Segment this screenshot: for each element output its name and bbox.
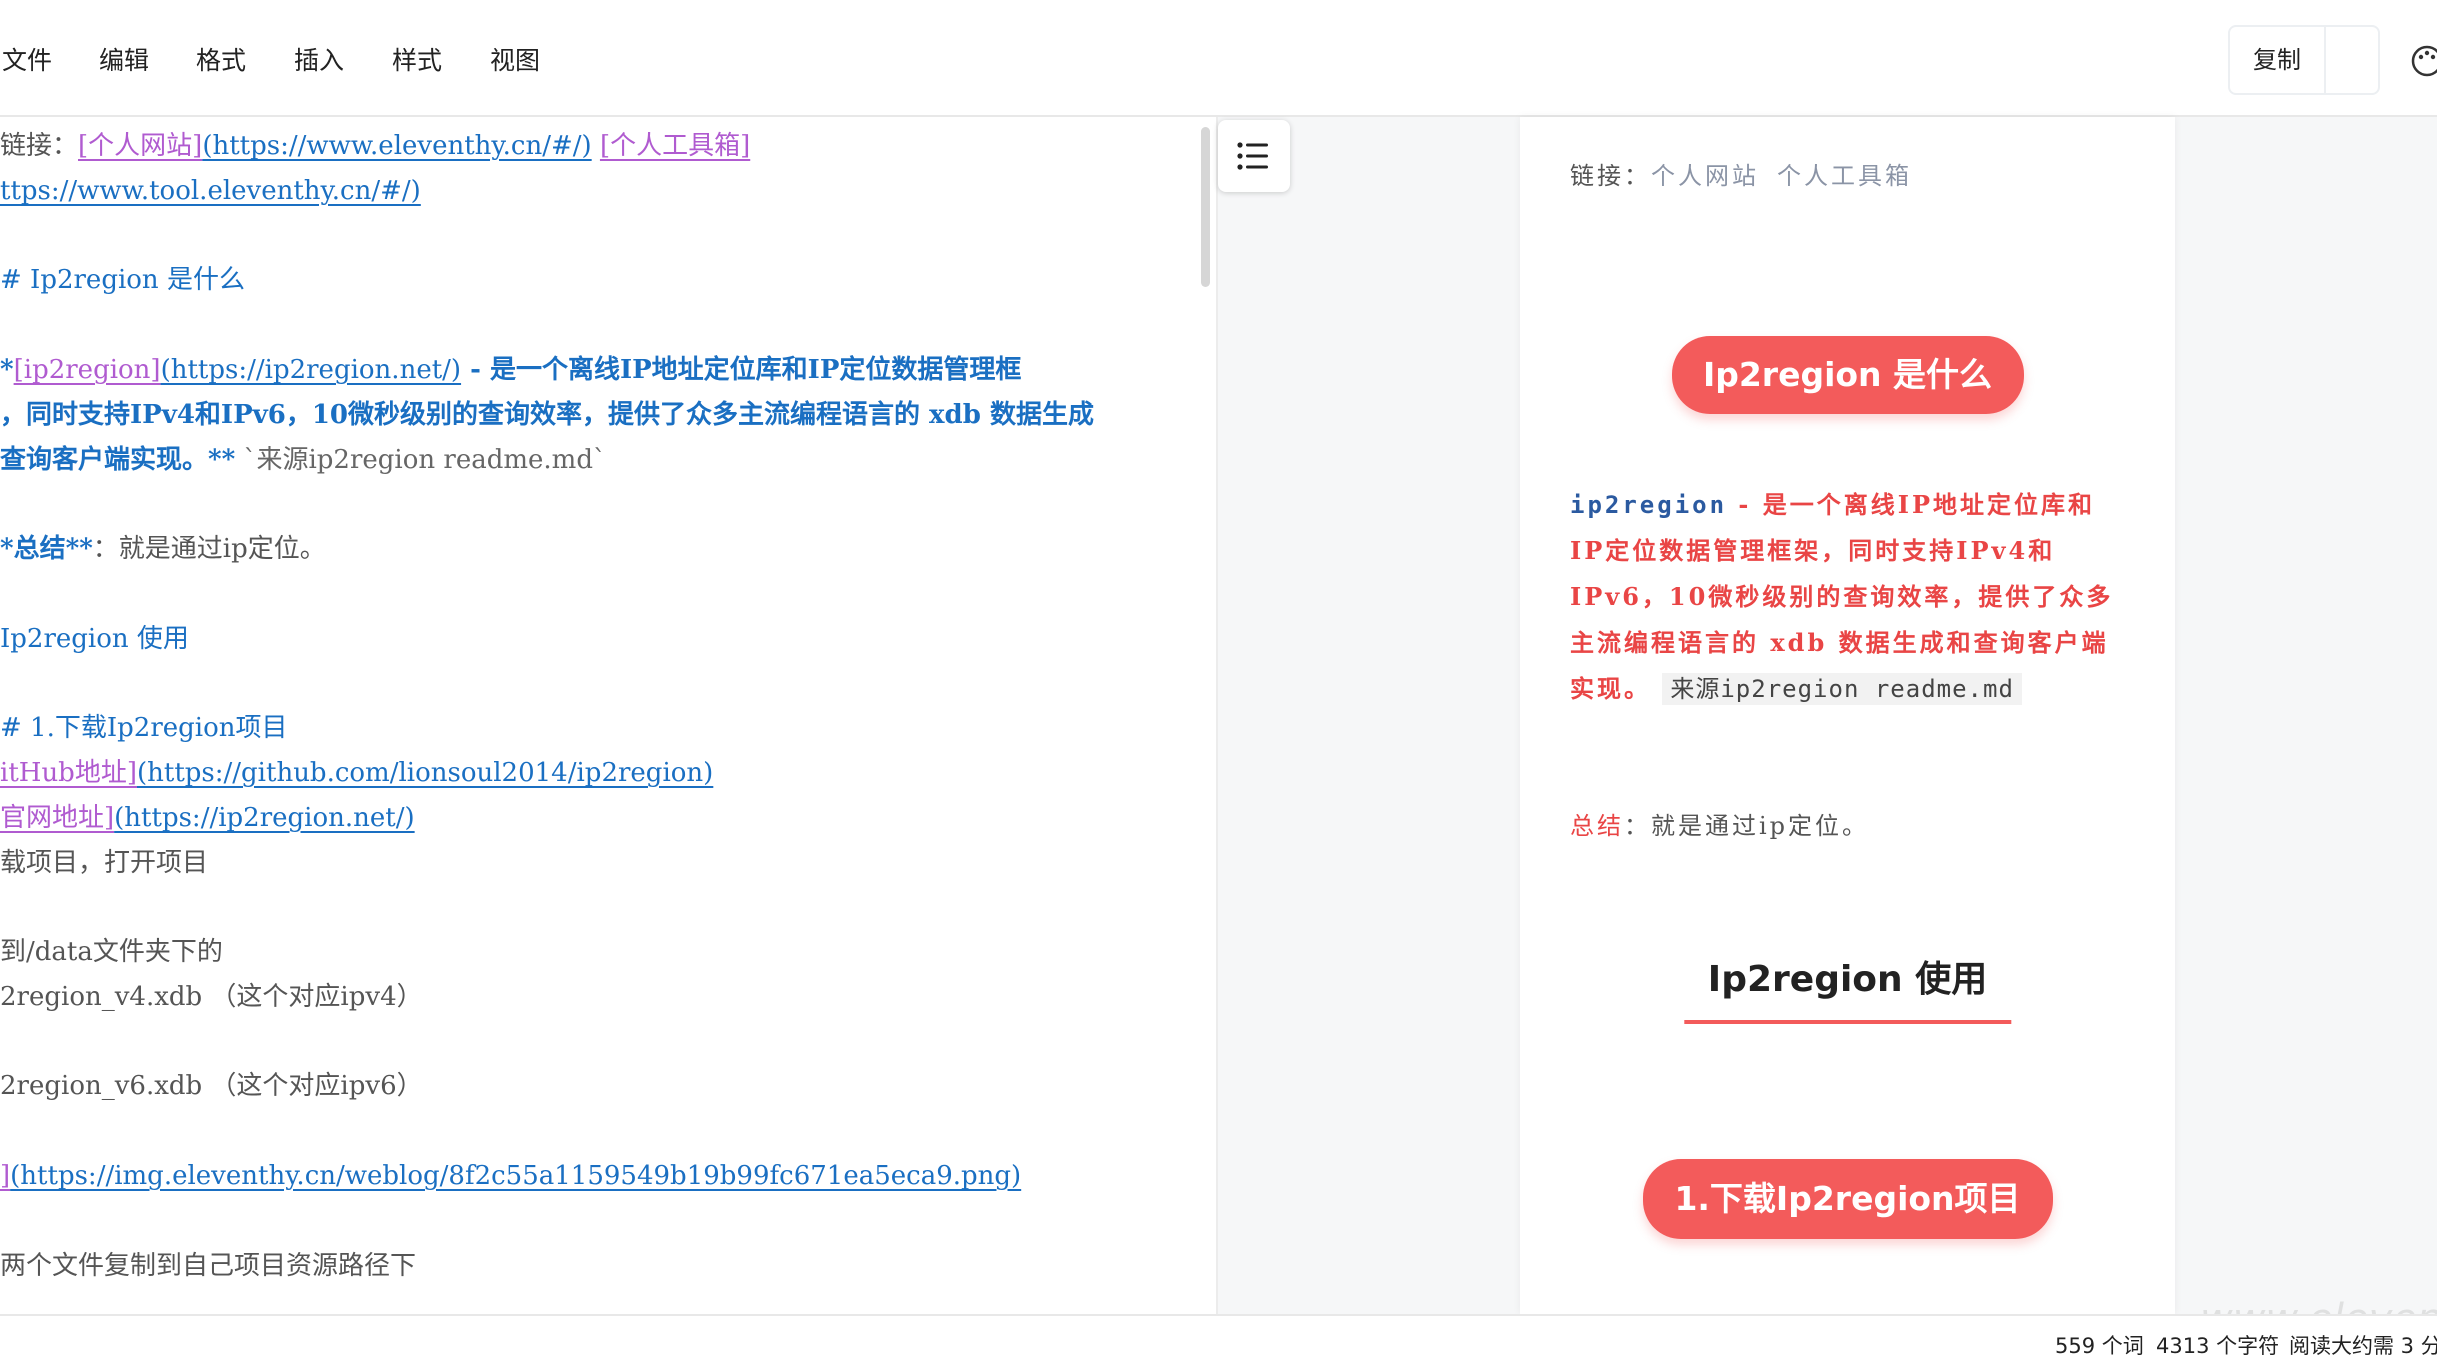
editor-line[interactable]: # 1.下载Ip2region项目 <box>0 708 288 748</box>
preview-link-toolbox[interactable]: 个人工具箱 <box>1777 162 1912 190</box>
editor-token: (https://ip2region.net/) <box>160 355 462 385</box>
palette-icon[interactable] <box>2410 44 2437 78</box>
editor-token: 到/data文件夹下的 <box>0 937 223 967</box>
editor-line[interactable]: 官网地址](https://ip2region.net/) <box>0 798 415 838</box>
preview-h3-heading: 1.下载Ip2region项目 <box>1642 1159 2053 1239</box>
preview-intro-text: - 是一个离线IP地址定位库和IP定位数据管理框架，同时支持IPv4和IPv6，… <box>1570 490 2114 703</box>
editor-token: (https://github.com/lionsoul2014/ip2regi… <box>136 758 714 788</box>
editor-token: (https://img.eleventhy.cn/weblog/8f2c55a… <box>10 1161 1022 1191</box>
menu-file[interactable]: 文件 <box>2 44 52 78</box>
list-icon <box>1237 142 1268 170</box>
preview-links-prefix: 链接： <box>1570 162 1651 190</box>
editor-token: - 是一个离线IP地址定位库和IP定位数据管理框 <box>461 355 1022 385</box>
preview-h1-heading: Ip2region 是什么 <box>1671 336 2024 414</box>
markdown-editor[interactable]: 链接：[个人网站](https://www.eleventhy.cn/#/) [… <box>0 117 1216 1314</box>
menu-view[interactable]: 视图 <box>490 44 540 78</box>
editor-line[interactable]: 2region_v6.xdb （这个对应ipv6） <box>0 1066 423 1106</box>
editor-token: ：就是通过ip定位。 <box>92 534 326 564</box>
editor-scrollbar[interactable] <box>1201 127 1210 287</box>
menu-insert[interactable]: 插入 <box>294 44 344 78</box>
menubar: 文件 编辑 格式 插入 样式 视图 复制 <box>0 0 2437 117</box>
menu-edit[interactable]: 编辑 <box>99 44 149 78</box>
char-count: 4313 个字符 <box>2156 1334 2280 1358</box>
editor-token: itHub地址] <box>0 758 137 788</box>
editor-line[interactable]: 载项目，打开项目 <box>0 843 208 883</box>
preview-h2-heading: Ip2region 使用 <box>1683 950 2012 1024</box>
editor-line[interactable]: 2region_v4.xdb （这个对应ipv4） <box>0 977 423 1017</box>
editor-line[interactable]: ttps://www.tool.eleventhy.cn/#/) <box>0 171 421 211</box>
copy-button-group: 复制 <box>2228 25 2380 95</box>
editor-line[interactable]: 查询客户端实现。** `来源ip2region readme.md` <box>0 440 606 480</box>
editor-token: # Ip2region 是什么 <box>0 265 245 295</box>
outline-toggle-button[interactable] <box>1218 120 1290 192</box>
editor-token: 两个文件复制到自己项目资源路径下 <box>0 1251 417 1281</box>
editor-token: * <box>0 355 14 385</box>
editor-token: # 1.下载Ip2region项目 <box>0 713 288 743</box>
editor-token: 2region_v4.xdb （这个对应ipv4） <box>0 982 423 1012</box>
editor-token: (https://ip2region.net/) <box>114 803 415 833</box>
editor-line[interactable]: *总结**：就是通过ip定位。 <box>0 529 326 569</box>
editor-line[interactable]: itHub地址](https://github.com/lionsoul2014… <box>0 753 713 793</box>
editor-token: `来源ip2region readme.md` <box>235 445 606 475</box>
menu-style[interactable]: 样式 <box>392 44 442 78</box>
preview-document: 链接：个人网站 个人工具箱 Ip2region 是什么 ip2region - 是… <box>1520 117 2175 1314</box>
editor-line[interactable]: ](https://img.eleventhy.cn/weblog/8f2c55… <box>0 1156 1021 1196</box>
menu-format[interactable]: 格式 <box>196 44 246 78</box>
read-time: 阅读大约需 3 分 <box>2289 1334 2437 1358</box>
editor-line[interactable]: ，同时支持IPv4和IPv6，10微秒级别的查询效率，提供了众多主流编程语言的 … <box>0 395 1094 435</box>
word-count: 559 个词 <box>2055 1334 2144 1358</box>
copy-dropdown-button[interactable] <box>2326 27 2378 93</box>
editor-token: 载项目，打开项目 <box>0 848 209 878</box>
editor-line[interactable]: Ip2region 使用 <box>0 619 189 659</box>
preview-intro-term: ip2region <box>1570 491 1728 519</box>
editor-line[interactable]: 两个文件复制到自己项目资源路径下 <box>0 1246 416 1286</box>
status-bar: 559 个词 4313 个字符 阅读大约需 3 分 <box>0 1314 2437 1371</box>
editor-token: [ip2region] <box>13 355 161 385</box>
editor-token: 查询客户端实现。** <box>0 445 236 475</box>
preview-links-line: 链接：个人网站 个人工具箱 <box>1570 153 1930 199</box>
copy-button[interactable]: 复制 <box>2230 27 2324 93</box>
preview-inline-code: 来源ip2region readme.md <box>1662 673 2022 705</box>
preview-summary-text: ：就是通过ip定位。 <box>1624 812 1870 840</box>
editor-token: ，同时支持IPv4和IPv6，10微秒级别的查询效率，提供了众多主流编程语言的 … <box>0 400 1094 430</box>
editor-token: (https://www.eleventhy.cn/#/) <box>202 131 592 161</box>
editor-token: 链接： <box>0 131 79 161</box>
preview-intro-paragraph: ip2region - 是一个离线IP地址定位库和IP定位数据管理框架，同时支持… <box>1570 482 2125 712</box>
preview-link-website[interactable]: 个人网站 <box>1651 162 1759 190</box>
editor-line[interactable]: *[ip2region](https://ip2region.net/) - 是… <box>0 350 1021 390</box>
editor-token: 官网地址] <box>0 803 115 833</box>
preview-summary: 总结：就是通过ip定位。 <box>1570 803 1869 849</box>
editor-line[interactable]: 到/data文件夹下的 <box>0 932 223 972</box>
editor-token <box>592 131 600 161</box>
editor-line[interactable]: 链接：[个人网站](https://www.eleventhy.cn/#/) [… <box>0 126 750 166</box>
editor-token: [个人工具箱] <box>599 131 751 161</box>
editor-token: ] <box>0 1161 11 1191</box>
editor-token: [个人网站] <box>78 131 203 161</box>
editor-token: *总结** <box>0 534 93 564</box>
editor-token: Ip2region 使用 <box>0 624 189 654</box>
editor-line[interactable]: # Ip2region 是什么 <box>0 260 245 300</box>
preview-summary-label: 总结 <box>1570 812 1624 840</box>
editor-token: 2region_v6.xdb （这个对应ipv6） <box>0 1071 423 1101</box>
editor-token: ttps://www.tool.eleventhy.cn/#/) <box>0 176 421 206</box>
